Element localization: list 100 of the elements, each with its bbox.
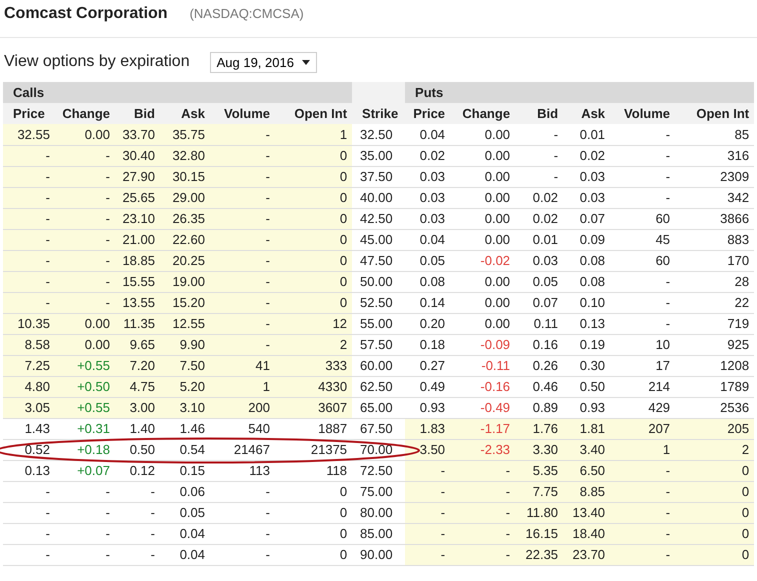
- table-cell: 0.02: [515, 187, 564, 208]
- table-cell: 113: [210, 460, 275, 481]
- table-cell: -: [55, 292, 115, 313]
- table-cell: -: [210, 313, 275, 334]
- table-cell: 10.35: [3, 313, 55, 334]
- table-cell: 50.00: [352, 271, 406, 292]
- table-cell: +0.18: [55, 439, 115, 460]
- table-cell: 26.35: [160, 208, 210, 229]
- table-cell: -: [610, 145, 676, 166]
- table-cell: 9.65: [115, 334, 160, 355]
- table-cell: -1.17: [450, 418, 516, 439]
- table-cell: 9.90: [160, 334, 210, 355]
- table-cell: 4.80: [3, 376, 55, 397]
- table-cell: 11.35: [115, 313, 160, 334]
- table-cell: -: [450, 481, 516, 502]
- table-cell: 0.26: [515, 355, 564, 376]
- table-cell: 0.08: [563, 250, 610, 271]
- table-cell: 23.10: [115, 208, 160, 229]
- table-cell: -: [610, 460, 676, 481]
- table-cell: -0.09: [450, 334, 516, 355]
- table-cell: 67.50: [352, 418, 406, 439]
- table-cell: 0.08: [405, 271, 450, 292]
- table-cell: 0: [675, 481, 754, 502]
- table-cell: 6.50: [563, 460, 610, 481]
- table-cell: 0: [275, 187, 352, 208]
- table-cell: 80.00: [352, 502, 406, 523]
- table-cell: 0.00: [450, 187, 516, 208]
- table-cell: 0.03: [563, 166, 610, 187]
- table-cell: 45: [610, 229, 676, 250]
- table-cell: -: [610, 481, 676, 502]
- column-header: Price: [405, 103, 450, 124]
- column-header: Bid: [515, 103, 564, 124]
- table-cell: -: [210, 523, 275, 544]
- table-cell: 45.00: [352, 229, 406, 250]
- table-cell: 1.81: [563, 418, 610, 439]
- table-cell: 2: [675, 439, 754, 460]
- table-cell: 72.50: [352, 460, 406, 481]
- table-cell: 0.02: [405, 145, 450, 166]
- table-cell: 0.20: [405, 313, 450, 334]
- table-cell: 0: [275, 208, 352, 229]
- table-cell: 40.00: [352, 187, 406, 208]
- table-cell: 0.49: [405, 376, 450, 397]
- table-cell: -: [115, 481, 160, 502]
- table-cell: -: [210, 187, 275, 208]
- table-cell: 21467: [210, 439, 275, 460]
- table-cell: 0.46: [515, 376, 564, 397]
- table-cell: 0.13: [563, 313, 610, 334]
- column-header: Change: [450, 103, 516, 124]
- table-cell: 540: [210, 418, 275, 439]
- table-cell: -: [55, 544, 115, 565]
- table-cell: 85: [675, 124, 754, 145]
- table-cell: -: [210, 250, 275, 271]
- table-cell: 0.04: [160, 523, 210, 544]
- table-cell: 1: [210, 376, 275, 397]
- table-cell: 719: [675, 313, 754, 334]
- table-cell: -: [3, 187, 55, 208]
- table-cell: 0.00: [450, 166, 516, 187]
- table-cell: 1.43: [3, 418, 55, 439]
- table-cell: 1.76: [515, 418, 564, 439]
- table-cell: 0.00: [450, 313, 516, 334]
- table-cell: 3.40: [563, 439, 610, 460]
- table-cell: 29.00: [160, 187, 210, 208]
- expiration-dropdown[interactable]: Aug 19, 2016: [210, 52, 317, 72]
- table-cell: 0.50: [563, 376, 610, 397]
- table-cell: -: [610, 313, 676, 334]
- table-cell: 0.03: [563, 187, 610, 208]
- table-cell: -: [405, 460, 450, 481]
- table-cell: 3866: [675, 208, 754, 229]
- table-cell: -: [55, 208, 115, 229]
- table-cell: 207: [610, 418, 676, 439]
- table-cell: 0.00: [450, 145, 516, 166]
- table-cell: -: [210, 208, 275, 229]
- caret-icon: [302, 60, 310, 64]
- table-cell: 8.85: [563, 481, 610, 502]
- table-cell: 0.15: [160, 460, 210, 481]
- table-cell: 0.00: [450, 124, 516, 145]
- table-cell: 3.00: [115, 397, 160, 418]
- table-cell: -: [55, 166, 115, 187]
- table-cell: 47.50: [352, 250, 406, 271]
- table-cell: 0: [275, 145, 352, 166]
- column-header: Ask: [160, 103, 210, 124]
- calls-header: Calls: [3, 82, 352, 103]
- table-cell: -: [55, 250, 115, 271]
- table-cell: -: [3, 166, 55, 187]
- table-cell: 52.50: [352, 292, 406, 313]
- table-cell: 925: [675, 334, 754, 355]
- table-cell: -: [55, 481, 115, 502]
- table-cell: -0.49: [450, 397, 516, 418]
- table-cell: +0.31: [55, 418, 115, 439]
- table-cell: 0.04: [405, 124, 450, 145]
- table-cell: 20.25: [160, 250, 210, 271]
- column-header: Ask: [563, 103, 610, 124]
- table-cell: 85.00: [352, 523, 406, 544]
- table-cell: 0.09: [563, 229, 610, 250]
- table-cell: 0.54: [160, 439, 210, 460]
- table-cell: -: [515, 124, 564, 145]
- table-cell: -: [55, 502, 115, 523]
- table-cell: 60.00: [352, 355, 406, 376]
- table-cell: +0.50: [55, 376, 115, 397]
- table-cell: 0: [675, 544, 754, 565]
